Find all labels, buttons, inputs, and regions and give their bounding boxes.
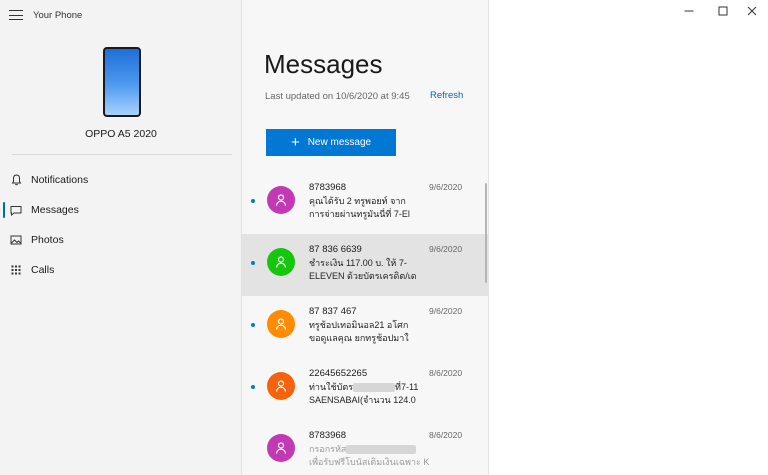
divider xyxy=(12,154,232,155)
conversation-row[interactable]: 87 837 467 9/6/2020 ทรูช้อปเทอมินอล21 อโ… xyxy=(242,296,489,358)
bell-icon xyxy=(10,174,22,186)
message-preview: คุณได้รับ 2 ทรูพอยท์ จาก การจ่ายผ่านทรูม… xyxy=(309,195,469,221)
last-updated-text: Last updated on 10/6/2020 at 9:45 xyxy=(265,91,410,102)
preview-text: ที่7-11 xyxy=(395,382,419,392)
close-icon xyxy=(747,6,757,16)
nav-label: Calls xyxy=(31,264,55,276)
preview-line: ชำระเงิน 117.00 บ. ให้ 7- xyxy=(309,258,407,268)
nav-label: Photos xyxy=(31,234,64,246)
sender: 8783968 xyxy=(309,182,346,193)
person-icon xyxy=(275,318,287,330)
nav-label: Notifications xyxy=(31,174,89,186)
redacted-text xyxy=(353,383,396,393)
message-preview: ท่านใช้บัตร ที่7-11 SAENSABAI(จำนวน 124.0 xyxy=(309,381,469,407)
person-icon xyxy=(275,380,287,392)
preview-line: คุณได้รับ 2 ทรูพอยท์ จาก xyxy=(309,196,406,206)
sidebar: Your Phone OPPO A5 2020 Notifications Me… xyxy=(0,0,242,475)
sender: 87 837 467 xyxy=(309,306,357,317)
nav-item-notifications[interactable]: Notifications xyxy=(0,165,242,195)
maximize-icon xyxy=(718,6,728,16)
conversation-row[interactable]: 87 836 6639 9/6/2020 ชำระเงิน 117.00 บ. … xyxy=(242,234,489,296)
unread-dot xyxy=(251,385,255,389)
new-message-label: New message xyxy=(307,137,372,148)
message-date: 9/6/2020 xyxy=(429,182,463,192)
messages-pane: Messages Last updated on 10/6/2020 at 9:… xyxy=(242,0,489,475)
message-date: 8/6/2020 xyxy=(429,430,463,440)
conversation-row[interactable]: 8783968 8/6/2020 กรอกรหัส เพื่อรับฟรีโบน… xyxy=(242,420,489,475)
refresh-link[interactable]: Refresh xyxy=(430,90,463,101)
avatar xyxy=(267,434,295,462)
message-preview: ทรูช้อปเทอมินอล21 อโศก ขอดูแลคุณ ยกทรูช้… xyxy=(309,319,469,345)
preview-text: กรอกรหัส xyxy=(309,444,347,454)
unread-dot xyxy=(251,261,255,265)
conversation-row[interactable]: 22645652265 8/6/2020 ท่านใช้บัตร ที่7-11 … xyxy=(242,358,489,420)
preview-line: ทรูช้อปเทอมินอล21 อโศก xyxy=(309,320,409,330)
redacted-text xyxy=(346,445,417,455)
conversation-row[interactable]: 8783968 9/6/2020 คุณได้รับ 2 ทรูพอยท์ จา… xyxy=(242,172,489,234)
preview-line: ท่านใช้บัตร ที่7-11 xyxy=(309,381,469,394)
preview-text: ท่านใช้บัตร xyxy=(309,382,354,392)
active-indicator xyxy=(3,202,5,218)
avatar xyxy=(267,310,295,338)
nav-list: Notifications Messages Photos Calls xyxy=(0,165,242,285)
preview-line: การจ่ายผ่านทรูมันนี่ที่ 7-El xyxy=(309,209,410,219)
unread-dot xyxy=(251,323,255,327)
close-button[interactable] xyxy=(733,0,768,22)
phone-name: OPPO A5 2020 xyxy=(85,128,157,140)
person-icon xyxy=(275,256,287,268)
plus-icon: + xyxy=(290,134,300,151)
message-date: 9/6/2020 xyxy=(429,244,463,254)
nav-item-photos[interactable]: Photos xyxy=(0,225,242,255)
avatar xyxy=(267,248,295,276)
sender: 22645652265 xyxy=(309,368,368,379)
preview-line: ELEVEN ด้วยบัตรเครดิต/เด xyxy=(309,271,417,281)
message-date: 9/6/2020 xyxy=(429,306,463,316)
minimize-button[interactable] xyxy=(670,0,708,22)
phone-image xyxy=(103,47,141,117)
preview-line: ขอดูแลคุณ ยกทรูช้อปมาใ xyxy=(309,333,409,343)
avatar xyxy=(267,372,295,400)
sender: 8783968 xyxy=(309,430,346,441)
app-title: Your Phone xyxy=(33,9,83,21)
message-list: 8783968 9/6/2020 คุณได้รับ 2 ทรูพอยท์ จา… xyxy=(242,172,489,475)
new-message-button[interactable]: + New message xyxy=(266,129,396,156)
nav-label: Messages xyxy=(31,204,79,216)
person-icon xyxy=(275,442,287,454)
sender: 87 836 6639 xyxy=(309,244,362,255)
title-bar: Your Phone xyxy=(0,0,242,30)
person-icon xyxy=(275,194,287,206)
preview-line: กรอกรหัส xyxy=(309,443,469,456)
unread-dot xyxy=(251,199,255,203)
minimize-icon xyxy=(684,10,694,12)
message-preview: กรอกรหัส เพื่อรับฟรีโบนัสเติมเงินเฉพาะ K xyxy=(309,443,469,469)
photos-icon xyxy=(10,234,22,246)
preview-line: SAENSABAI(จำนวน 124.0 xyxy=(309,395,416,405)
scrollbar[interactable] xyxy=(485,183,487,283)
preview-line: เพื่อรับฟรีโบนัสเติมเงินเฉพาะ K xyxy=(309,457,430,467)
hamburger-menu-icon[interactable] xyxy=(9,10,23,20)
dialpad-icon xyxy=(10,264,22,276)
avatar xyxy=(267,186,295,214)
chat-icon xyxy=(10,204,22,216)
message-date: 8/6/2020 xyxy=(429,368,463,378)
page-title: Messages xyxy=(264,49,383,79)
nav-item-calls[interactable]: Calls xyxy=(0,255,242,285)
message-preview: ชำระเงิน 117.00 บ. ให้ 7- ELEVEN ด้วยบัต… xyxy=(309,257,469,283)
conversation-pane xyxy=(489,0,768,475)
nav-item-messages[interactable]: Messages xyxy=(0,195,242,225)
